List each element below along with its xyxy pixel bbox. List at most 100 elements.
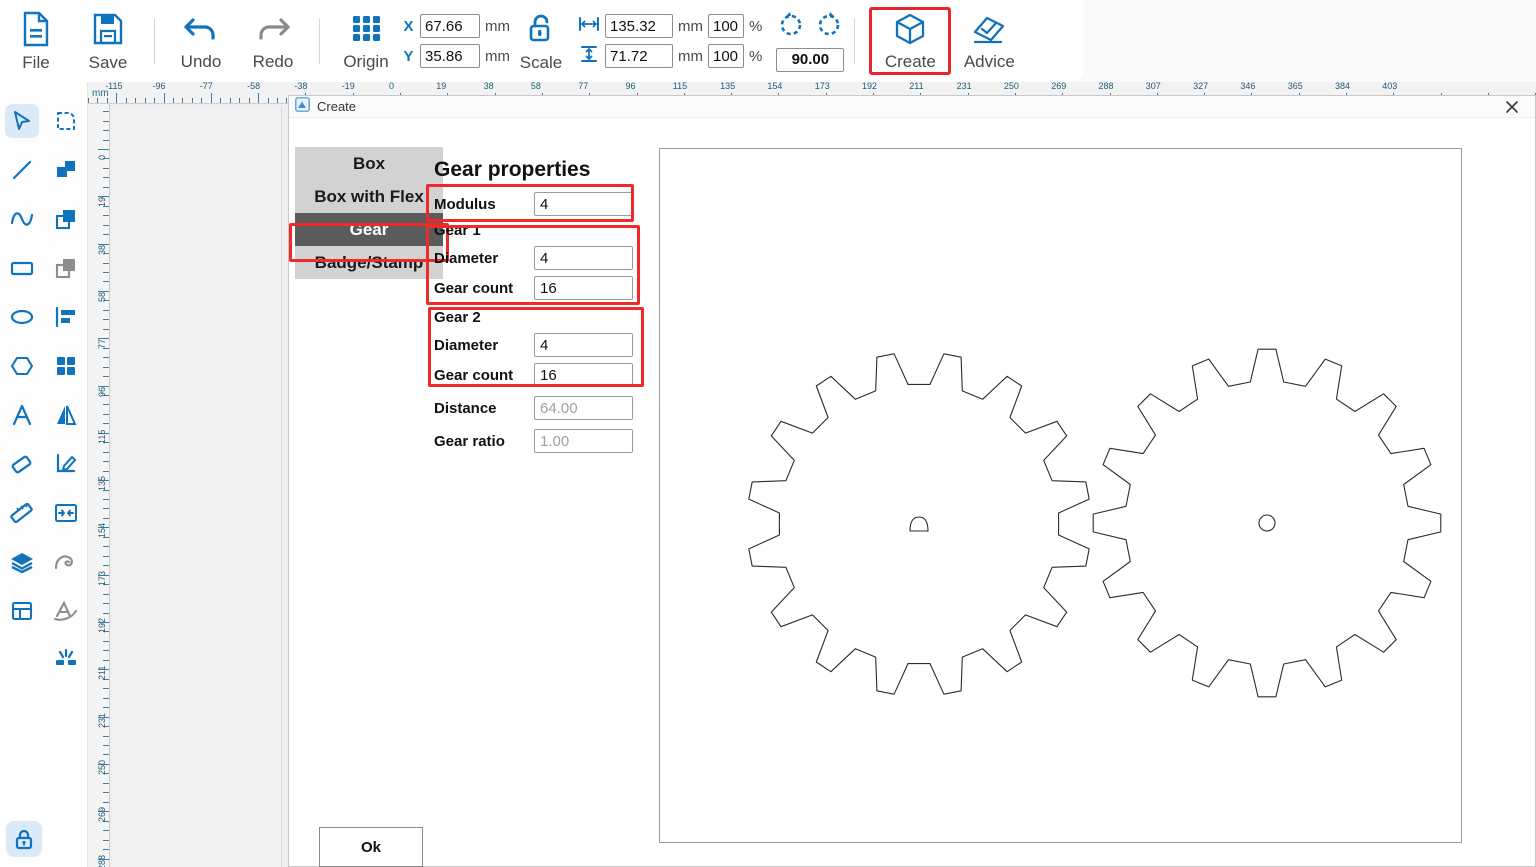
tool-text[interactable] — [0, 390, 44, 439]
tool-polygon[interactable] — [0, 341, 44, 390]
advice-button-label: Advice — [963, 52, 1015, 71]
distance-row: Distance — [434, 393, 664, 423]
scale-button[interactable]: Scale — [510, 0, 572, 82]
application-window: File Save Undo Redo Origin X 67.66 mm Y … — [0, 0, 1536, 867]
tool-align-left[interactable] — [44, 292, 88, 341]
ok-button[interactable]: Ok — [319, 827, 423, 867]
category-box-with-flex[interactable]: Box with Flex — [295, 180, 443, 213]
width-percent-input[interactable] — [708, 14, 744, 38]
ruler-tick-label: 38 — [97, 244, 107, 255]
layers-icon — [5, 545, 39, 579]
gear-preview-svg — [748, 348, 1442, 698]
ruler-tick-label: 231 — [956, 82, 972, 91]
undo-button[interactable]: Undo — [165, 0, 237, 82]
x-input[interactable] — [420, 14, 480, 38]
gear2-count-input[interactable] — [534, 363, 633, 387]
tool-lock[interactable] — [2, 817, 46, 861]
gear1-count-row: Gear count — [434, 273, 664, 303]
canvas-sheet[interactable] — [112, 106, 282, 867]
create-button[interactable]: Create — [873, 11, 947, 71]
curve-icon — [5, 202, 39, 236]
tool-path-text[interactable] — [44, 586, 88, 635]
subtract-shapes-icon — [49, 202, 83, 236]
ruler-tick-label: 231 — [97, 712, 107, 728]
close-icon[interactable] — [1489, 96, 1535, 118]
redo-button[interactable]: Redo — [237, 0, 309, 82]
dialog-title-text: Create — [317, 99, 357, 114]
rotate-right-icon[interactable] — [815, 11, 843, 44]
rotate-left-icon[interactable] — [777, 11, 805, 44]
ellipse-icon — [5, 300, 39, 334]
undo-button-label: Undo — [180, 52, 222, 71]
ruler-tick-label: 96 — [97, 386, 107, 397]
toolbar-origin-group: Origin X mm Y mm — [330, 0, 510, 82]
file-button[interactable]: File — [0, 0, 72, 82]
tool-burst[interactable] — [44, 635, 88, 684]
gear1-count-input[interactable] — [534, 276, 633, 300]
modulus-row: Modulus — [434, 189, 664, 219]
category-badge-stamp[interactable]: Badge/Stamp — [295, 246, 443, 279]
tool-grid-arrange[interactable] — [44, 341, 88, 390]
line-icon — [5, 153, 39, 187]
tool-bend[interactable] — [44, 537, 88, 586]
ruler-tick-label: 327 — [1193, 82, 1209, 91]
tool-measure-edit[interactable] — [44, 439, 88, 488]
undo-arrow-icon — [181, 12, 221, 51]
gear-preview-canvas[interactable] — [659, 148, 1462, 843]
modulus-input[interactable] — [534, 192, 633, 216]
ruler-tick-label: 173 — [814, 82, 830, 91]
tool-intersect-shapes[interactable] — [44, 243, 88, 292]
gear1-diameter-label: Diameter — [434, 249, 499, 267]
rectangle-icon — [5, 251, 39, 285]
gear2-count-label: Gear count — [434, 366, 514, 384]
tool-ellipse[interactable] — [0, 292, 44, 341]
ruler-tick-label: 115 — [672, 82, 688, 91]
category-gear-label: Gear — [349, 219, 389, 239]
ruler-tick-label: 135 — [97, 476, 107, 492]
tool-mirror[interactable] — [44, 390, 88, 439]
ruler-tick-label: 346 — [1240, 82, 1256, 91]
ruler-tick-label: 135 — [720, 82, 736, 91]
gear1-diameter-input[interactable] — [534, 246, 633, 270]
tool-curve[interactable] — [0, 194, 44, 243]
tool-panel-layout[interactable] — [0, 586, 44, 635]
category-box[interactable]: Box — [295, 147, 443, 180]
rotation-input[interactable] — [776, 47, 845, 72]
distribute-icon — [49, 496, 83, 530]
width-input[interactable] — [605, 14, 673, 38]
polygon-icon — [5, 349, 39, 383]
width-percent-sign: % — [749, 17, 763, 35]
advice-button[interactable]: Advice — [953, 0, 1025, 82]
category-gear[interactable]: Gear — [295, 213, 443, 246]
tool-distribute[interactable] — [44, 488, 88, 537]
tool-layers[interactable] — [0, 537, 44, 586]
grid-arrange-icon — [49, 349, 83, 383]
tool-line[interactable] — [0, 145, 44, 194]
y-input[interactable] — [420, 44, 480, 68]
ruler-tick-label: -19 — [341, 82, 355, 91]
tool-select-arrow[interactable] — [0, 96, 44, 145]
origin-button[interactable]: Origin — [330, 0, 402, 82]
height-unit-label: mm — [678, 47, 703, 65]
height-input[interactable] — [605, 44, 673, 68]
create-dialog: Create Box Box with Flex Gear Badge/Stam… — [288, 95, 1536, 867]
save-button[interactable]: Save — [72, 0, 144, 82]
tool-eraser[interactable] — [0, 439, 44, 488]
vertical-ruler[interactable]: 0 19 38 58 77 96 115 135 154 173 192 211 231 250 269 28… — [88, 104, 110, 867]
tool-union-shapes[interactable] — [44, 145, 88, 194]
ruler-tick-label: 269 — [97, 807, 107, 823]
ruler-tick-label: -58 — [247, 82, 261, 91]
height-percent-input[interactable] — [708, 44, 744, 68]
tool-rectangle[interactable] — [0, 243, 44, 292]
dialog-title-bar[interactable]: Create — [289, 96, 1535, 118]
y-field-row: Y mm — [402, 44, 510, 68]
ruler-tick-label: 307 — [1145, 82, 1161, 91]
ruler-tick-label: 77 — [97, 339, 107, 350]
height-arrows-icon — [578, 45, 600, 68]
gear2-diameter-input[interactable] — [534, 333, 633, 357]
tool-ruler[interactable] — [0, 488, 44, 537]
intersect-shapes-icon — [49, 251, 83, 285]
ruler-tick-label: 19 — [97, 197, 107, 208]
tool-subtract-shapes[interactable] — [44, 194, 88, 243]
tool-marquee-select[interactable] — [44, 96, 88, 145]
